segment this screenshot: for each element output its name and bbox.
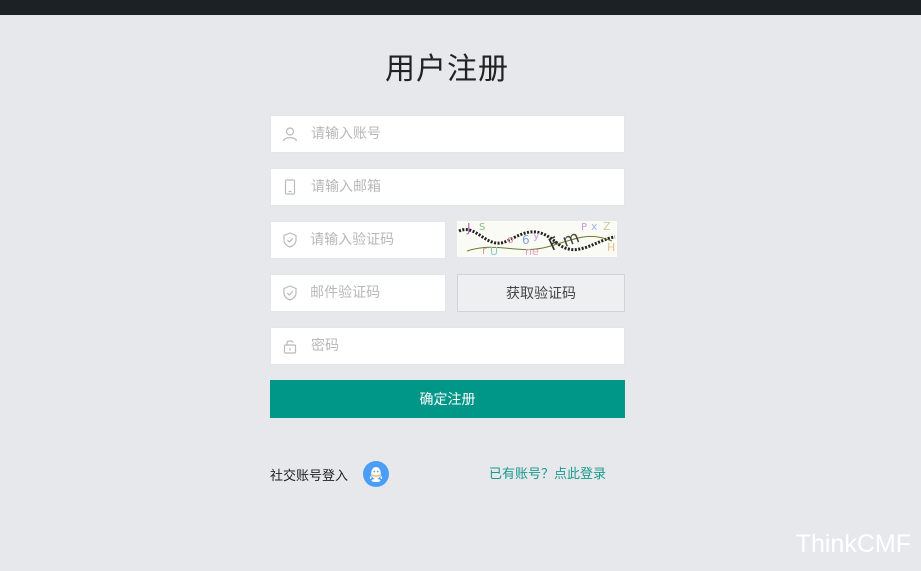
account-input[interactable] [309, 125, 596, 143]
phone-icon [281, 178, 299, 196]
password-input[interactable] [309, 337, 596, 355]
password-field[interactable] [270, 327, 625, 365]
mail-code-input[interactable] [308, 284, 445, 302]
user-icon [281, 125, 299, 143]
email-field[interactable] [270, 168, 625, 206]
mail-code-field[interactable] [270, 274, 446, 312]
svg-text:ne: ne [525, 245, 539, 257]
account-field[interactable] [270, 115, 625, 153]
svg-text:J: J [466, 221, 471, 235]
svg-text:U: U [490, 245, 498, 257]
svg-text:H: H [607, 241, 615, 254]
svg-text:Z: Z [603, 221, 611, 233]
shield-icon [281, 284, 298, 302]
captcha-input[interactable] [308, 231, 445, 249]
shield-icon [281, 231, 298, 249]
thinkcmf-watermark: ThinkCMF [795, 530, 911, 558]
page-title: 用户注册 [385, 52, 509, 87]
get-code-button[interactable]: 获取验证码 [457, 274, 625, 312]
svg-text:y: y [533, 229, 540, 242]
login-link[interactable]: 已有账号？点此登录 [489, 463, 606, 482]
qq-icon[interactable] [363, 461, 389, 487]
social-login-label: 社交账号登入 [270, 469, 349, 484]
svg-text:r: r [482, 244, 487, 257]
captcha-field[interactable] [270, 221, 446, 259]
lock-icon [281, 337, 299, 355]
svg-text:S: S [479, 222, 485, 233]
svg-text:x: x [591, 221, 598, 233]
submit-register-button[interactable]: 确定注册 [270, 380, 625, 418]
svg-text:P: P [581, 222, 587, 233]
email-input[interactable] [309, 178, 596, 196]
svg-text:o: o [507, 233, 514, 246]
captcha-image[interactable]: J S o 6 y r U ne F m P x Z H [457, 221, 617, 257]
top-bar [0, 0, 921, 15]
